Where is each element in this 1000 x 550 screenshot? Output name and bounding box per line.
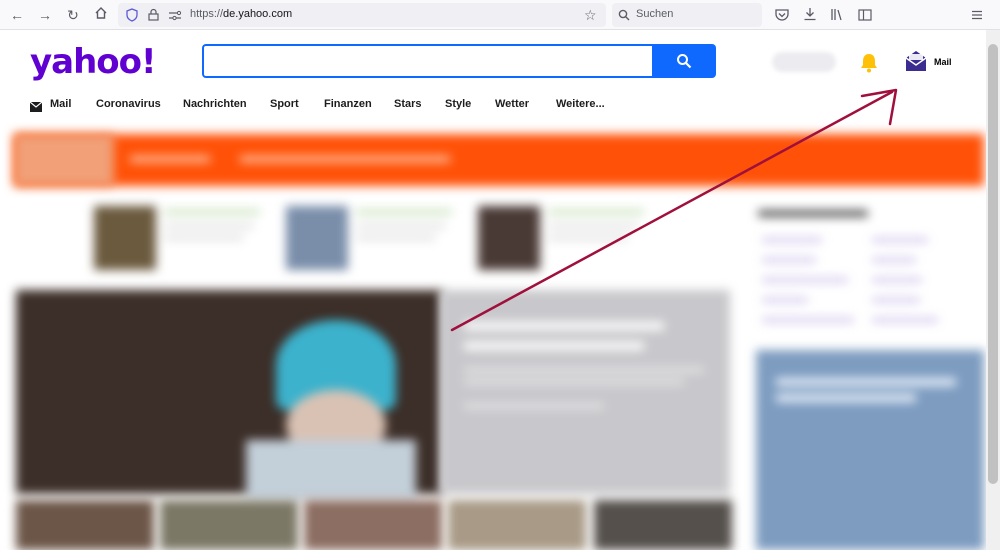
search-placeholder: Suchen — [636, 8, 674, 20]
yahoo-logo[interactable]: yahoo! — [30, 42, 157, 82]
library-icon[interactable] — [830, 8, 844, 26]
nav-item-nachrichten[interactable]: Nachrichten — [183, 98, 247, 110]
hero-headline-line — [464, 342, 644, 350]
trending-item[interactable] — [872, 238, 928, 242]
trending-item[interactable] — [872, 278, 922, 282]
news-strip-image[interactable] — [16, 500, 154, 550]
lock-icon[interactable] — [148, 8, 159, 26]
pocket-icon[interactable] — [775, 8, 789, 26]
nav-item-style[interactable]: Style — [445, 98, 471, 110]
news-card-line — [548, 236, 628, 240]
yahoo-search-input[interactable] — [202, 44, 654, 78]
news-thumbnail — [286, 206, 348, 270]
browser-search-field[interactable]: Suchen — [612, 3, 762, 27]
bookmark-star-icon[interactable]: ☆ — [584, 7, 597, 24]
nav-item-stars[interactable]: Stars — [394, 98, 422, 110]
hero-text-line — [464, 380, 684, 384]
mail-label[interactable]: Mail — [934, 57, 952, 67]
trending-item[interactable] — [762, 278, 848, 282]
hero-image[interactable] — [16, 290, 442, 500]
mail-nav-icon — [29, 99, 43, 117]
address-bar[interactable]: https://de.yahoo.com ☆ — [118, 3, 606, 27]
trending-panel — [754, 200, 984, 340]
trending-item[interactable] — [872, 298, 920, 302]
envelope-icon[interactable] — [904, 50, 928, 77]
browser-toolbar: ← → ↻ https://de.yahoo.com ☆ Suchen — [0, 0, 1000, 30]
trending-item[interactable] — [872, 318, 938, 322]
bell-icon[interactable] — [858, 52, 880, 79]
banner-text — [130, 156, 210, 162]
menu-icon[interactable] — [971, 8, 983, 26]
news-card-line — [356, 210, 452, 214]
reload-icon[interactable]: ↻ — [64, 6, 82, 24]
news-strip-image[interactable] — [594, 500, 732, 550]
nav-item-wetter[interactable]: Wetter — [495, 98, 529, 110]
hero-image-detail — [246, 440, 416, 500]
news-card-line — [548, 210, 644, 214]
search-icon — [618, 8, 630, 26]
trending-item[interactable] — [762, 258, 816, 262]
news-card-line — [356, 236, 436, 240]
trending-item[interactable] — [762, 238, 822, 242]
ad-text-line — [776, 394, 916, 402]
promo-banner-image — [14, 134, 114, 186]
trending-item[interactable] — [762, 318, 854, 322]
nav-item-mail[interactable]: Mail — [50, 98, 71, 110]
url-text: https://de.yahoo.com — [190, 8, 293, 20]
news-card-line — [548, 224, 638, 228]
shield-icon[interactable] — [126, 8, 138, 27]
signin-button[interactable] — [772, 52, 836, 72]
news-card[interactable] — [280, 204, 460, 272]
news-card-line — [164, 224, 254, 228]
download-icon[interactable] — [803, 7, 817, 26]
news-card[interactable] — [472, 204, 652, 272]
hero-text-panel[interactable] — [440, 290, 730, 494]
news-card[interactable] — [88, 204, 268, 272]
news-thumbnail — [94, 206, 156, 270]
permissions-icon[interactable] — [168, 9, 182, 27]
news-strip-image[interactable] — [160, 500, 298, 550]
trending-item[interactable] — [872, 258, 916, 262]
scrollbar-thumb[interactable] — [988, 44, 998, 484]
nav-item-coronavirus[interactable]: Coronavirus — [96, 98, 161, 110]
trending-item[interactable] — [762, 298, 808, 302]
banner-text — [240, 156, 450, 162]
hero-text-line — [464, 368, 704, 372]
news-thumbnail — [478, 206, 540, 270]
home-icon[interactable] — [92, 6, 110, 24]
sidebar-ad[interactable] — [756, 350, 984, 550]
hero-text-line — [464, 404, 604, 408]
news-card-line — [164, 236, 244, 240]
news-card-line — [356, 224, 446, 228]
news-strip-image[interactable] — [448, 500, 586, 550]
sidebar-icon[interactable] — [858, 8, 872, 26]
news-strip-image[interactable] — [304, 500, 442, 550]
yahoo-search-button[interactable] — [654, 44, 716, 78]
hero-headline-line — [464, 322, 664, 330]
nav-item-weitere[interactable]: Weitere... — [556, 98, 605, 110]
ad-text-line — [776, 378, 956, 386]
search-icon — [676, 53, 692, 74]
news-card-line — [164, 210, 260, 214]
trending-heading — [758, 210, 868, 217]
nav-item-sport[interactable]: Sport — [270, 98, 299, 110]
back-icon[interactable]: ← — [8, 6, 26, 24]
nav-item-finanzen[interactable]: Finanzen — [324, 98, 372, 110]
forward-icon[interactable]: → — [36, 6, 54, 24]
